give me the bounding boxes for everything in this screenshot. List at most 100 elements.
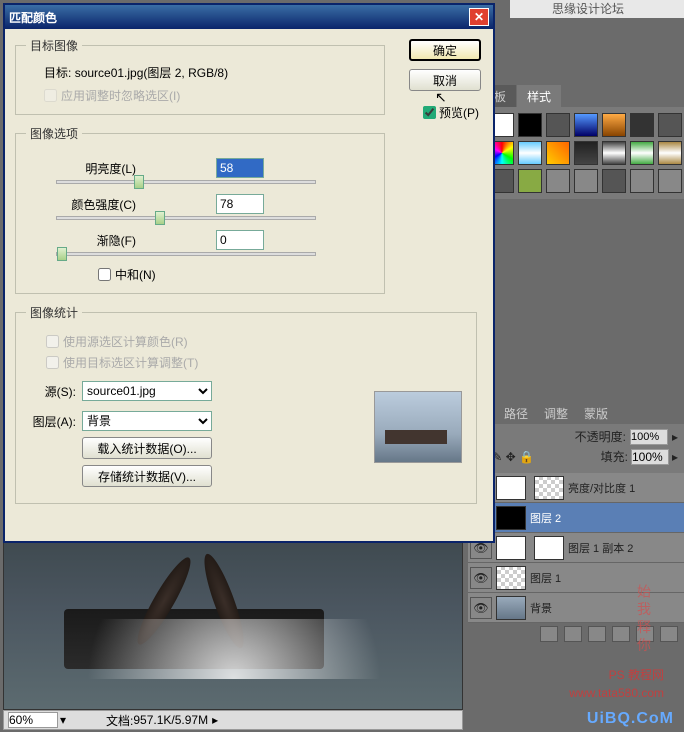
layer-thumb[interactable] <box>496 566 526 590</box>
image-options-group: 图像选项 明亮度(L) 颜色强度(C) 渐隐(F) 中和(N) <box>15 125 385 294</box>
target-image-group: 目标图像 目标: source01.jpg(图层 2, RGB/8) 应用调整时… <box>15 37 385 115</box>
luminance-label: 明亮度(L) <box>26 160 136 177</box>
fade-input[interactable] <box>216 230 264 250</box>
visibility-icon[interactable]: 👁 <box>470 567 492 589</box>
fade-label: 渐隐(F) <box>26 232 136 249</box>
tab-masks[interactable]: 蒙版 <box>576 402 616 424</box>
luminance-input[interactable] <box>216 158 264 178</box>
tab-styles[interactable]: 样式 <box>517 85 561 107</box>
source-select[interactable]: source01.jpg <box>82 381 212 401</box>
layer-name: 亮度/对比度 1 <box>568 480 635 496</box>
watermark-site: PS 教程网 www.tata580.com <box>569 667 664 702</box>
canvas-splash <box>34 619 434 679</box>
site-name: 思缘设计论坛 <box>552 2 624 16</box>
source-preview-thumb <box>374 391 462 463</box>
load-stats-button[interactable]: 载入统计数据(O)... <box>82 437 212 459</box>
layer-name: 图层 2 <box>530 510 561 526</box>
style-swatch[interactable] <box>574 169 598 193</box>
doc-size: 957.1K/5.97M <box>133 713 208 727</box>
layer-row[interactable]: 👁 图层 1 副本 2 <box>468 533 684 563</box>
match-color-dialog: 匹配颜色 ✕ 确定 取消 预览(P) ↖ 目标图像 目标: source01.j… <box>3 3 495 543</box>
style-swatch[interactable] <box>546 169 570 193</box>
tab-adjust[interactable]: 调整 <box>536 402 576 424</box>
fade-slider[interactable] <box>56 252 316 256</box>
mask-thumb[interactable] <box>534 476 564 500</box>
layer-select[interactable]: 背景 <box>82 411 212 431</box>
dialog-title: 匹配颜色 <box>9 9 469 26</box>
source-label: 源(S): <box>26 383 76 400</box>
layer-label: 图层(A): <box>26 413 76 430</box>
layer-mask-icon[interactable] <box>588 626 606 642</box>
layer-row[interactable]: 👁 图层 2 <box>468 503 684 533</box>
style-swatch[interactable] <box>602 141 626 165</box>
style-swatch[interactable] <box>658 141 682 165</box>
doc-label: 文档: <box>106 712 133 729</box>
opacity-label: 不透明度: <box>575 428 626 445</box>
luminance-slider[interactable] <box>56 180 316 184</box>
styles-swatch-panel <box>484 107 684 199</box>
style-swatch[interactable] <box>630 113 654 137</box>
layer-thumb[interactable] <box>496 476 526 500</box>
fill-input[interactable] <box>631 449 669 465</box>
style-swatch[interactable] <box>602 113 626 137</box>
intensity-slider[interactable] <box>56 216 316 220</box>
use-source-sel-checkbox <box>46 335 59 348</box>
target-legend: 目标图像 <box>26 37 82 54</box>
delete-layer-icon[interactable] <box>660 626 678 642</box>
style-swatch[interactable] <box>546 141 570 165</box>
options-legend: 图像选项 <box>26 125 82 142</box>
zoom-input[interactable] <box>8 712 58 728</box>
close-icon[interactable]: ✕ <box>469 8 489 26</box>
cursor-icon: ↖ <box>435 89 447 106</box>
layer-name: 背景 <box>530 600 552 616</box>
visibility-icon[interactable]: 👁 <box>470 597 492 619</box>
tab-paths[interactable]: 路径 <box>496 402 536 424</box>
layer-name: 图层 1 副本 2 <box>568 540 633 556</box>
preview-label: 预览(P) <box>439 104 479 121</box>
style-swatch[interactable] <box>546 113 570 137</box>
style-swatch[interactable] <box>574 113 598 137</box>
style-swatch[interactable] <box>658 169 682 193</box>
titlebar[interactable]: 匹配颜色 ✕ <box>5 5 493 29</box>
preview-checkbox[interactable] <box>423 106 436 119</box>
target-label: 目标: <box>44 66 71 80</box>
opacity-flyout-icon[interactable]: ▸ <box>672 430 678 444</box>
style-swatch[interactable] <box>630 169 654 193</box>
intensity-label: 颜色强度(C) <box>26 196 136 213</box>
use-source-sel-label: 使用源选区计算颜色(R) <box>63 333 188 350</box>
status-bar: ▾ 文档: 957.1K/5.97M ▸ <box>3 710 463 730</box>
stats-legend: 图像统计 <box>26 304 82 321</box>
fill-flyout-icon[interactable]: ▸ <box>672 450 678 464</box>
layer-options: 不透明度: ▸ 🔒 ✎ ✥ 🔒 填充: ▸ <box>468 424 684 473</box>
layer-thumb[interactable] <box>496 506 526 530</box>
cancel-button[interactable]: 取消 <box>409 69 481 91</box>
save-stats-button[interactable]: 存储统计数据(V)... <box>82 465 212 487</box>
layer-thumb[interactable] <box>496 596 526 620</box>
opacity-input[interactable] <box>630 429 668 445</box>
layer-row[interactable]: 👁 亮度/对比度 1 <box>468 473 684 503</box>
style-swatch[interactable] <box>518 141 542 165</box>
layer-name: 图层 1 <box>530 570 561 586</box>
style-swatch[interactable] <box>518 113 542 137</box>
neutralize-checkbox[interactable] <box>98 268 111 281</box>
style-swatch[interactable] <box>658 113 682 137</box>
layer-fx-icon[interactable] <box>564 626 582 642</box>
style-swatch[interactable] <box>630 141 654 165</box>
style-swatch[interactable] <box>602 169 626 193</box>
link-layers-icon[interactable] <box>540 626 558 642</box>
style-swatch[interactable] <box>518 169 542 193</box>
ok-button[interactable]: 确定 <box>409 39 481 61</box>
doc-flyout-icon[interactable]: ▸ <box>212 713 218 727</box>
zoom-dropdown-icon[interactable]: ▾ <box>60 713 66 727</box>
style-swatch[interactable] <box>574 141 598 165</box>
watermark-vertical: 始 我 释 你 <box>634 584 654 652</box>
layer-thumb[interactable] <box>496 536 526 560</box>
new-group-icon[interactable] <box>612 626 630 642</box>
watermark-brand: UiBQ.CoM <box>587 710 674 728</box>
ignore-selection-label: 应用调整时忽略选区(I) <box>61 87 180 104</box>
intensity-input[interactable] <box>216 194 264 214</box>
canvas[interactable] <box>3 540 463 710</box>
styles-tabs: 板 样式 <box>484 85 684 107</box>
mask-thumb[interactable] <box>534 536 564 560</box>
use-target-sel-checkbox <box>46 356 59 369</box>
